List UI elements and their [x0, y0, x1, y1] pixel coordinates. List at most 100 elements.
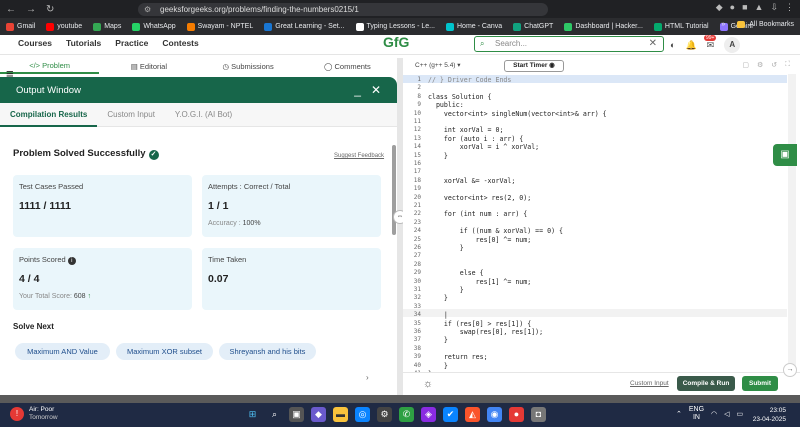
fullscreen-icon[interactable]: ⛶: [785, 61, 790, 69]
bookmark-item[interactable]: youtube: [46, 22, 82, 31]
tab-compilation-results[interactable]: Compilation Results: [0, 103, 98, 127]
gfg-logo[interactable]: GfG: [383, 35, 417, 49]
theme-toggle-icon[interactable]: ◐: [670, 40, 675, 50]
brave-icon[interactable]: ◭: [465, 407, 480, 422]
extension-icon[interactable]: ◆: [716, 2, 723, 13]
settings-icon[interactable]: ⚙: [757, 61, 763, 69]
language-select[interactable]: C++ (g++ 5.4) ▾: [415, 61, 461, 69]
bookmark-icon: [6, 22, 14, 31]
solve-next-chip[interactable]: Maximum XOR subset: [116, 343, 213, 360]
bookmark-item[interactable]: ChatGPT: [513, 22, 553, 31]
info-icon[interactable]: i: [67, 257, 76, 265]
copilot-icon[interactable]: ◆: [311, 407, 326, 422]
chevron-right-icon[interactable]: ›: [366, 373, 369, 382]
sun-icon[interactable]: ☼: [423, 378, 433, 390]
time-value: 0.07: [208, 273, 229, 285]
weather-widget[interactable]: ! Air: Poor Tomorrow: [10, 406, 58, 422]
download-icon[interactable]: ⇩: [770, 2, 778, 13]
bookmark-item[interactable]: Swayam - NPTEL: [186, 22, 254, 31]
editor-scrollbar[interactable]: [788, 74, 796, 372]
address-bar[interactable]: ⚙ geeksforgeeks.org/problems/finding-the…: [138, 3, 548, 16]
bookmark-item[interactable]: Great Learning - Set...: [264, 22, 345, 31]
code-line: }: [428, 294, 448, 303]
bookmark-item[interactable]: Dashboard | Hacker...: [564, 22, 643, 31]
battery-icon[interactable]: ▭: [737, 410, 744, 418]
search-icon[interactable]: ⌕: [267, 407, 282, 422]
site-info-icon[interactable]: ⚙: [144, 3, 151, 16]
bookmark-item[interactable]: Typing Lessons - Le...: [355, 22, 435, 31]
tab-custom-input[interactable]: Custom Input: [97, 103, 165, 127]
file-explorer-icon[interactable]: ▬: [333, 407, 348, 422]
line-number: 20: [413, 193, 421, 201]
folder-icon: [737, 21, 746, 28]
chat-icon[interactable]: ▣: [773, 144, 797, 166]
code-line: vector<int> singleNum(vector<int>& arr) …: [428, 109, 607, 118]
bookmark-item[interactable]: Maps: [93, 22, 121, 31]
tab-submissions[interactable]: ◷ Submissions: [199, 62, 298, 71]
tab-editorial[interactable]: ▤ Editorial: [99, 62, 198, 71]
back-icon[interactable]: ←: [6, 4, 16, 15]
start-timer-button[interactable]: Start Timer ◉: [504, 60, 564, 72]
solve-next-chip[interactable]: Shreyansh and his bits: [219, 343, 316, 360]
settings-icon[interactable]: ⚙: [377, 407, 392, 422]
editor-icons: ▢ ⚙ ↺ ⛶: [742, 61, 790, 69]
edge-icon[interactable]: ◎: [355, 407, 370, 422]
arrow-right-icon[interactable]: →: [783, 363, 797, 377]
notification-icon[interactable]: 🔔: [685, 40, 696, 51]
tab-comments[interactable]: ◯ Comments: [298, 62, 397, 71]
all-bookmarks[interactable]: » All Bookmarks: [721, 21, 794, 28]
nav-courses[interactable]: Courses: [18, 38, 52, 48]
nav-tutorials[interactable]: Tutorials: [66, 38, 101, 48]
custom-input-link[interactable]: Custom Input: [630, 380, 669, 387]
bookmark-item[interactable]: WhatsApp: [132, 22, 176, 31]
attempts-label: Attempts : Correct / Total: [208, 182, 291, 191]
bookmark-item[interactable]: Gmail: [6, 22, 35, 31]
whatsapp-icon[interactable]: ✆: [399, 407, 414, 422]
clock[interactable]: 23:05 23-04-2025: [753, 406, 786, 424]
reload-icon[interactable]: ↻: [46, 4, 54, 15]
editor-footer: ☼ Custom Input Compile & Run Submit: [403, 372, 800, 395]
close-icon[interactable]: ✕: [649, 37, 657, 51]
search-input[interactable]: ⌕ Search... ✕: [474, 36, 664, 52]
todo-icon[interactable]: ✔: [443, 407, 458, 422]
bookmark-icon: [355, 22, 364, 31]
submit-button[interactable]: Submit: [742, 376, 778, 391]
volume-icon[interactable]: ◁: [724, 410, 729, 418]
line-number: 35: [413, 319, 421, 327]
tab-yogi-bot[interactable]: Y.O.G.I. (AI Bot): [165, 103, 242, 127]
bookmark-label: Swayam - NPTEL: [197, 23, 254, 30]
solve-next-chip[interactable]: Maximum AND Value: [15, 343, 110, 360]
copy-icon[interactable]: ▢: [742, 61, 749, 69]
reset-icon[interactable]: ↺: [771, 61, 777, 69]
windows-start-icon[interactable]: ⊞: [245, 407, 260, 422]
extension-icon[interactable]: ●: [730, 2, 735, 13]
chrome-icon[interactable]: ◉: [487, 407, 502, 422]
camera-icon[interactable]: ◘: [531, 407, 546, 422]
code-editor[interactable]: 1 // } Driver Code Ends 2 8 class Solution {…: [403, 74, 787, 372]
total-score: Your Total Score: 608 ↑: [19, 293, 92, 300]
forward-icon[interactable]: →: [26, 4, 36, 15]
close-button[interactable]: ✕: [371, 83, 381, 97]
bookmark-item[interactable]: HTML Tutorial: [653, 22, 709, 31]
nav-practice[interactable]: Practice: [115, 38, 148, 48]
bookmark-item[interactable]: Home - Canva: [446, 22, 502, 31]
bookmarks-more-button[interactable]: »: [721, 21, 725, 28]
minimize-button[interactable]: _: [354, 83, 361, 97]
line-number: 9: [417, 101, 421, 109]
task-view-icon[interactable]: ▣: [289, 407, 304, 422]
messages-icon[interactable]: ✉: [707, 40, 715, 51]
menu-icon[interactable]: ⋮: [785, 2, 794, 13]
app-icon[interactable]: ◈: [421, 407, 436, 422]
extension-icon[interactable]: ▲: [755, 2, 764, 13]
compile-run-button[interactable]: Compile & Run: [677, 376, 735, 391]
avatar[interactable]: A: [724, 37, 741, 53]
language-indicator[interactable]: ENG IN: [689, 406, 704, 422]
media-icon[interactable]: ●: [509, 407, 524, 422]
nav-contests[interactable]: Contests: [162, 38, 198, 48]
chevron-up-icon[interactable]: ⌃: [676, 410, 682, 418]
extension-icon[interactable]: ■: [742, 2, 747, 13]
bookmark-label: WhatsApp: [143, 23, 176, 30]
wifi-icon[interactable]: ◠: [711, 410, 717, 418]
suggest-feedback-link[interactable]: Suggest Feedback: [334, 153, 384, 159]
line-number: 30: [413, 277, 421, 285]
